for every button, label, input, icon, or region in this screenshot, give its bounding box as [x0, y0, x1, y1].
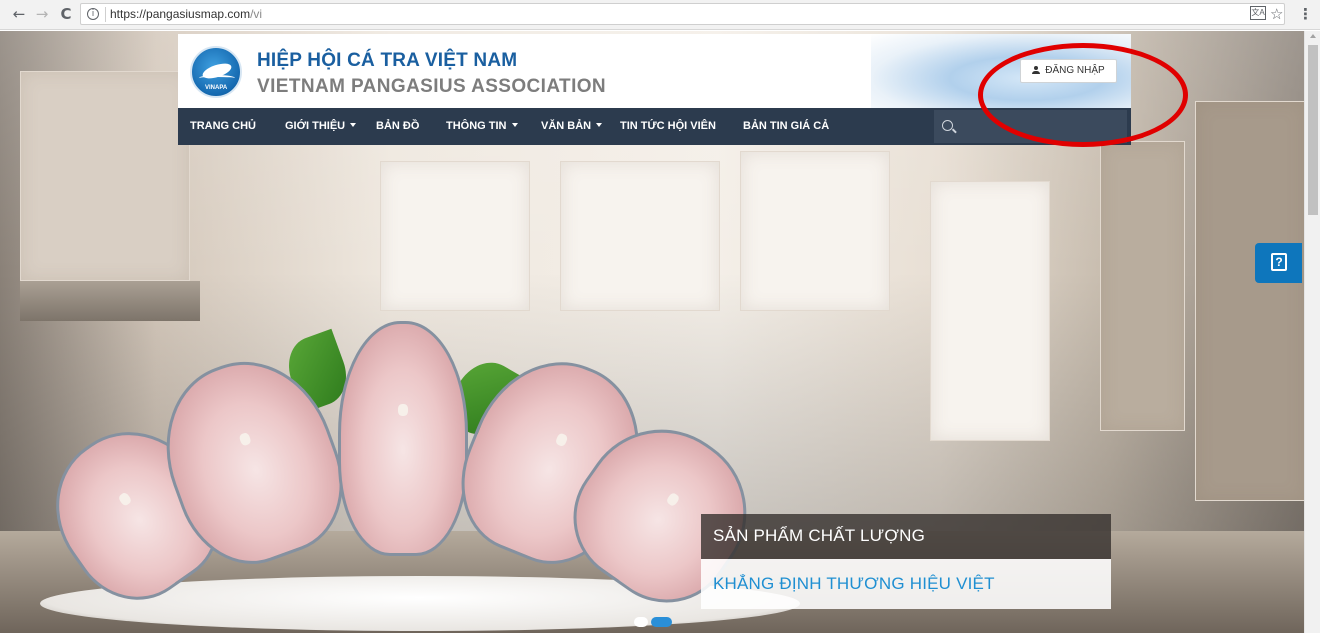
- help-icon: ?: [1271, 253, 1287, 271]
- kitchen-hood: [20, 281, 200, 321]
- slide-caption-subtitle-text: KHẲNG ĐỊNH THƯƠNG HIỆU VIỆT: [713, 574, 995, 593]
- vinapa-logo[interactable]: VINAPA: [190, 46, 242, 98]
- wave-logo-icon: [199, 75, 235, 81]
- translate-icon[interactable]: 文A: [1250, 6, 1266, 20]
- slide-caption-title: SẢN PHẨM CHẤT LƯỢNG: [701, 514, 1111, 559]
- reload-icon[interactable]: C: [57, 5, 75, 23]
- nav-item-label: THÔNG TIN: [446, 120, 507, 132]
- scrollbar-thumb[interactable]: [1308, 45, 1318, 215]
- nav-item-label: VĂN BẢN: [541, 120, 592, 132]
- page-scrollbar[interactable]: [1304, 31, 1320, 633]
- forward-icon[interactable]: →: [33, 5, 51, 23]
- nav-item-tin-tuc-hoi-vien[interactable]: TIN TỨC HỘI VIÊN: [620, 108, 716, 145]
- scroll-up-arrow-icon[interactable]: [1310, 34, 1316, 38]
- kitchen-cabinet: [1195, 101, 1304, 501]
- kitchen-cabinet: [560, 161, 720, 311]
- caret-down-icon: [350, 123, 357, 127]
- url-text[interactable]: https://pangasiusmap.com/vi: [110, 7, 262, 21]
- info-icon[interactable]: i: [87, 8, 99, 20]
- url-path: /vi: [250, 7, 263, 21]
- url-separator: [105, 7, 106, 22]
- nav-item-label: TRANG CHỦ: [190, 120, 256, 132]
- nav-item-label: BẢN TIN GIÁ CẢ: [743, 120, 830, 132]
- nav-item-label: GIỚI THIỆU: [285, 120, 346, 132]
- slide-caption-title-text: SẢN PHẨM CHẤT LƯỢNG: [713, 526, 926, 545]
- nav-item-van-ban[interactable]: VĂN BẢN: [541, 108, 603, 145]
- menu-icon[interactable]: ⋮: [1298, 5, 1313, 23]
- nav-item-thong-tin[interactable]: THÔNG TIN: [446, 108, 518, 145]
- fish-steak: [338, 321, 468, 556]
- back-icon[interactable]: ←: [10, 5, 28, 23]
- nav-item-label: BẢN ĐỒ: [376, 120, 420, 132]
- help-button[interactable]: ?: [1255, 243, 1302, 283]
- nav-item-gioi-thieu[interactable]: GIỚI THIỆU: [285, 108, 357, 145]
- kitchen-cabinet: [1100, 141, 1185, 431]
- site-title-english[interactable]: VIETNAM PANGASIUS ASSOCIATION: [257, 76, 606, 98]
- browser-toolbar: ← → C i https://pangasiusmap.com/vi 文A ☆…: [0, 0, 1320, 30]
- kitchen-cabinet: [20, 71, 190, 281]
- url-host: https://pangasiusmap.com: [110, 7, 251, 21]
- nav-item-ban-do[interactable]: BẢN ĐỒ: [376, 108, 419, 145]
- kitchen-cabinet: [740, 151, 890, 311]
- site-title-vietnamese[interactable]: HIỆP HỘI CÁ TRA VIỆT NAM: [257, 50, 517, 72]
- slider-pagination: [634, 617, 674, 627]
- kitchen-cabinet: [930, 181, 1050, 441]
- search-icon[interactable]: [942, 120, 953, 131]
- logo-text: VINAPA: [205, 85, 228, 91]
- address-bar[interactable]: i https://pangasiusmap.com/vi: [80, 3, 1285, 25]
- nav-item-ban-tin-gia-ca[interactable]: BẢN TIN GIÁ CẢ: [743, 108, 829, 145]
- nav-item-trang-chu[interactable]: TRANG CHỦ: [190, 108, 256, 145]
- slide-caption-subtitle: KHẲNG ĐỊNH THƯƠNG HIỆU VIỆT: [701, 559, 1111, 609]
- page-viewport: SẢN PHẨM CHẤT LƯỢNG KHẲNG ĐỊNH THƯƠNG HI…: [0, 31, 1304, 633]
- caret-down-icon: [596, 123, 603, 127]
- nav-item-label: TIN TỨC HỘI VIÊN: [620, 120, 716, 132]
- kitchen-cabinet: [380, 161, 530, 311]
- highlight-annotation-circle: [978, 43, 1188, 147]
- slider-dot-1[interactable]: [634, 617, 648, 627]
- slider-dot-2-active[interactable]: [651, 617, 672, 627]
- star-icon[interactable]: ☆: [1270, 5, 1283, 23]
- caret-down-icon: [511, 123, 518, 127]
